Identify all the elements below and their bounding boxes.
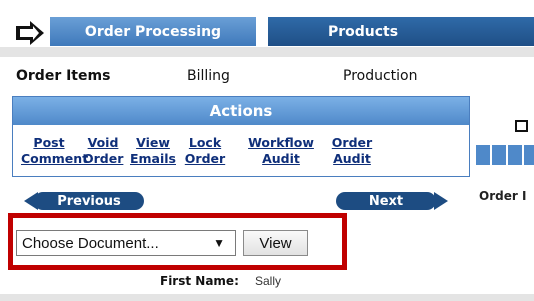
checkbox-icon[interactable]	[515, 120, 528, 132]
next-button[interactable]: Next	[336, 192, 436, 210]
link-line: Void	[87, 135, 119, 150]
separator-bar	[0, 47, 534, 57]
actions-panel: Actions Post Comment Void Order View Ema…	[12, 96, 470, 177]
tab-overflow	[458, 17, 534, 46]
link-line: Comment	[21, 151, 89, 166]
void-order-link[interactable]: Void Order	[83, 135, 123, 167]
previous-button[interactable]: Previous	[34, 192, 144, 210]
view-emails-link[interactable]: View Emails	[129, 135, 177, 167]
top-tab-bar: Order Processing Products	[0, 0, 534, 47]
link-line: Lock	[188, 135, 222, 150]
tab-products[interactable]: Products	[268, 17, 458, 46]
link-line: Emails	[129, 151, 176, 166]
link-line: View	[136, 135, 170, 150]
first-name-label: First Name:	[160, 274, 239, 288]
choose-document-select[interactable]: Choose Document... ▼	[16, 230, 236, 256]
select-value: Choose Document...	[22, 234, 159, 252]
link-line: Order	[83, 151, 124, 166]
side-table-header	[476, 145, 534, 165]
chevron-down-icon[interactable]: ▼	[213, 236, 225, 250]
order-audit-link[interactable]: Order Audit	[329, 135, 375, 167]
tab-order-processing[interactable]: Order Processing	[50, 17, 256, 46]
tab-divider	[256, 17, 268, 46]
lock-order-link[interactable]: Lock Order	[183, 135, 227, 167]
subnav-production[interactable]: Production	[343, 68, 417, 84]
subnav-order-items[interactable]: Order Items	[16, 68, 110, 84]
sub-navigation: Order Items Billing Production	[0, 57, 534, 96]
side-section-label: Order I	[479, 189, 527, 203]
workflow-audit-link[interactable]: Workflow Audit	[238, 135, 324, 167]
view-button[interactable]: View	[243, 230, 308, 256]
link-line: Post	[33, 135, 65, 150]
link-line: Workflow	[248, 135, 314, 150]
first-name-value: Sally	[255, 274, 282, 288]
bottom-bar	[0, 294, 534, 301]
arrow-right-icon[interactable]	[14, 20, 46, 46]
post-comment-link[interactable]: Post Comment	[21, 135, 89, 167]
link-line: Order	[331, 135, 373, 150]
link-line: Audit	[262, 151, 300, 166]
actions-links: Post Comment Void Order View Emails Lock…	[13, 125, 469, 176]
next-arrow-icon[interactable]	[434, 192, 448, 210]
actions-title: Actions	[13, 97, 469, 125]
link-line: Order	[184, 151, 226, 166]
subnav-billing[interactable]: Billing	[187, 68, 230, 84]
link-line: Audit	[333, 151, 371, 166]
